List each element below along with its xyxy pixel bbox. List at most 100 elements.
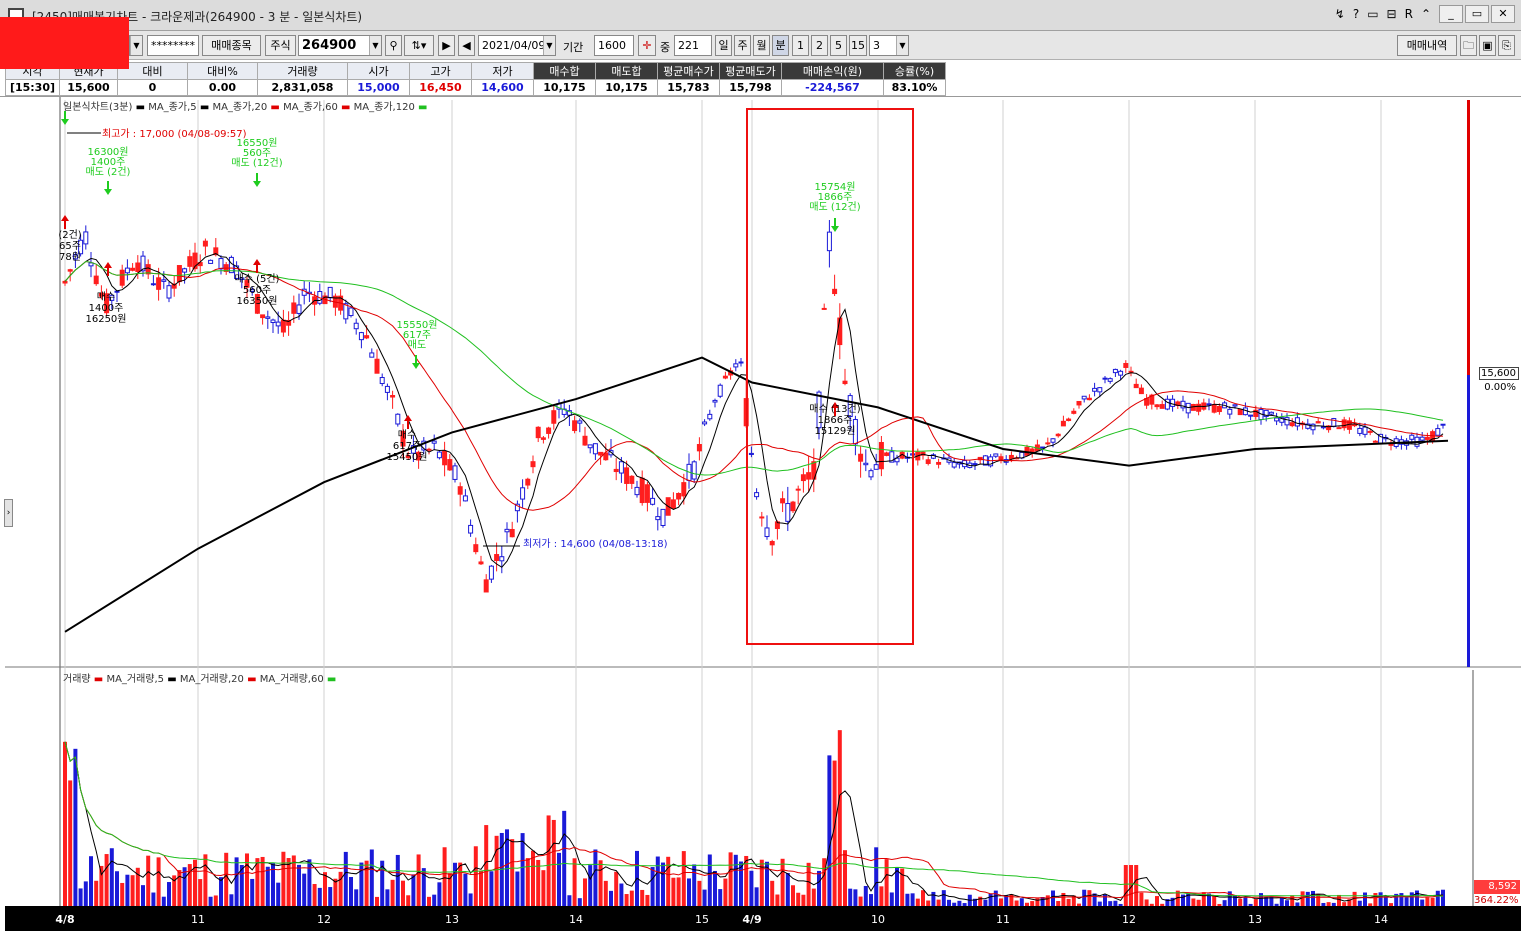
candle-body xyxy=(130,267,136,271)
candle-body xyxy=(88,262,94,267)
buy-annotation: 617주 xyxy=(393,441,421,452)
volume-bar xyxy=(1134,865,1139,906)
x-tick-label: 14 xyxy=(569,913,583,926)
candle-body xyxy=(748,452,754,455)
panel-toggle-handle[interactable]: › xyxy=(4,499,13,527)
volume-bar xyxy=(827,755,832,906)
search-icon[interactable]: ⚲ xyxy=(385,35,402,56)
x-tick-label: 4/8 xyxy=(55,913,74,926)
candlestick-chart[interactable]: 4/8 11 12 13 14 15 4/9 10 11 12 13 14 최고가 : 17,000 (… xyxy=(5,97,1521,931)
candle-body xyxy=(348,307,354,317)
volume-bar xyxy=(265,866,270,906)
period-input[interactable]: 1600 xyxy=(594,35,634,56)
minute-1-button[interactable]: 1 xyxy=(792,35,809,56)
volume-bar xyxy=(276,882,281,906)
volume-bar xyxy=(1056,901,1061,906)
folder-icon[interactable]: 🗀 xyxy=(1460,35,1477,56)
volume-bar xyxy=(551,819,556,906)
trade-items-button[interactable]: 매매종목 xyxy=(202,35,261,56)
sort-icon[interactable]: ⇅▾ xyxy=(404,35,434,56)
candle-body xyxy=(936,461,942,465)
password-field[interactable]: ******** xyxy=(147,35,199,56)
refresh-icon[interactable]: R xyxy=(1405,7,1413,21)
collapse-icon[interactable]: ⌃ xyxy=(1421,7,1431,21)
volume-bar xyxy=(401,880,405,906)
redaction-block xyxy=(0,17,129,69)
candle-body xyxy=(1310,423,1316,431)
candle-body xyxy=(951,462,957,468)
volume-bar xyxy=(817,870,821,906)
volume-bar xyxy=(229,894,234,906)
stock-code-input[interactable]: 264900 ▼ xyxy=(298,35,382,56)
settings-icon[interactable]: ⊟ xyxy=(1387,7,1397,21)
buy-annotation: 65주 xyxy=(59,241,81,252)
candle-body xyxy=(1107,378,1113,382)
crosshair-icon[interactable]: ✛ xyxy=(638,35,656,56)
volume-bar xyxy=(1373,893,1378,906)
x-tick-label: 13 xyxy=(445,913,459,926)
export-icon[interactable]: ⎘ xyxy=(1498,35,1515,56)
chart-panel[interactable]: 4/8 11 12 13 14 15 4/9 10 11 12 13 14 최고가 : 17,000 (… xyxy=(5,97,1521,931)
volume-bar xyxy=(962,903,967,906)
candle-body xyxy=(681,482,687,497)
volume-bar xyxy=(931,891,936,906)
stock-type-button[interactable]: 주식 xyxy=(265,35,296,56)
minute-2-button[interactable]: 2 xyxy=(811,35,828,56)
volume-bar xyxy=(791,885,795,906)
info-value: 16,450 xyxy=(409,79,472,96)
volume-bar xyxy=(999,898,1003,906)
candle-body xyxy=(124,267,130,274)
candle-body xyxy=(275,321,281,327)
pin-icon[interactable]: ↯ xyxy=(1335,7,1345,21)
minimize-button[interactable]: _ xyxy=(1439,5,1463,23)
sell-annotation: 매도 xyxy=(408,339,426,351)
price-legend: 일본식차트(3분) ▬ MA_종가,5 ▬ MA_종가,20 ▬ MA_종가,6… xyxy=(63,102,428,113)
volume-bar xyxy=(593,849,598,906)
account-dropdown[interactable]: ▼ xyxy=(129,35,143,56)
minute-select[interactable]: 3 ▼ xyxy=(869,35,909,56)
next-arrow-icon[interactable]: ▶ xyxy=(438,35,455,56)
candle-body xyxy=(754,492,760,498)
info-header: 저가 xyxy=(471,62,534,80)
candle-body xyxy=(868,470,874,478)
volume-bar xyxy=(1279,897,1284,906)
volume-bar xyxy=(198,879,203,906)
date-input[interactable]: 2021/04/09 ▼ xyxy=(478,35,556,56)
period-day-button[interactable]: 일 xyxy=(715,35,732,56)
prev-arrow-icon[interactable]: ◀ xyxy=(458,35,475,56)
candle-body xyxy=(62,280,68,284)
candle-body xyxy=(1237,408,1243,416)
period-week-button[interactable]: 주 xyxy=(734,35,751,56)
maximize-button[interactable]: ▭ xyxy=(1465,5,1489,23)
volume-bar xyxy=(562,810,567,906)
candle-body xyxy=(265,316,271,319)
minute-15-button[interactable]: 15 xyxy=(849,35,867,56)
candle-body xyxy=(1102,377,1108,380)
info-value: 2,831,058 xyxy=(257,79,348,96)
help-icon[interactable]: ? xyxy=(1353,7,1359,21)
count-input[interactable]: 221 xyxy=(674,35,712,56)
volume-bar xyxy=(1066,898,1071,906)
volume-bar xyxy=(281,851,286,906)
close-button[interactable]: ✕ xyxy=(1491,5,1515,23)
candle-body xyxy=(390,395,396,398)
volume-bar xyxy=(167,882,171,906)
save-icon[interactable]: ▣ xyxy=(1479,35,1496,56)
layout-icon[interactable]: ▭ xyxy=(1367,7,1378,21)
volume-bar xyxy=(406,895,411,906)
candle-body xyxy=(1196,403,1202,412)
period-minute-button[interactable]: 분 xyxy=(772,35,789,56)
candle-body xyxy=(296,304,302,314)
volume-bar xyxy=(796,892,801,906)
candle-body xyxy=(925,459,931,464)
candle-body xyxy=(1040,446,1046,449)
candle-body xyxy=(821,307,827,310)
volume-bar xyxy=(1342,902,1347,906)
volume-bar xyxy=(869,894,873,906)
volume-bar xyxy=(479,870,483,906)
trade-history-button[interactable]: 매매내역 xyxy=(1397,35,1457,56)
volume-bar xyxy=(1259,893,1263,906)
minute-5-button[interactable]: 5 xyxy=(830,35,847,56)
period-month-button[interactable]: 월 xyxy=(753,35,770,56)
volume-bar xyxy=(442,847,447,906)
